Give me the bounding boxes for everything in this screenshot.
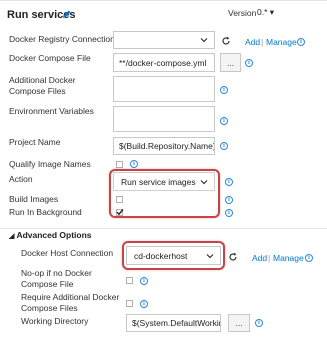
noop-label: No-op if no Docker Compose File <box>21 268 92 289</box>
refresh-icon[interactable] <box>228 252 238 262</box>
info-icon[interactable]: i <box>130 160 138 168</box>
chevron-down-icon <box>200 38 208 43</box>
top-border <box>0 0 327 1</box>
working-dir-input[interactable]: $(System.DefaultWorking <box>126 314 221 332</box>
info-icon[interactable]: i <box>220 117 228 125</box>
build-images-label: Build Images <box>9 194 59 204</box>
chevron-down-icon: ▾ <box>269 7 275 17</box>
build-images-checkbox[interactable] <box>116 196 123 203</box>
run-in-background-label: Run In Background <box>9 207 82 217</box>
pencil-edit-icon[interactable] <box>62 9 72 19</box>
info-icon[interactable]: i <box>140 300 148 308</box>
qualify-image-names-label: Qualify Image Names <box>9 159 91 169</box>
info-icon[interactable]: i <box>255 319 263 327</box>
require-additional-checkbox[interactable] <box>126 300 133 307</box>
info-icon[interactable]: i <box>305 254 313 262</box>
additional-compose-label: Additional Docker Compose Files <box>9 75 76 96</box>
info-icon[interactable]: i <box>245 59 253 67</box>
chevron-down-icon: ◢ <box>9 233 15 240</box>
action-label: Action <box>9 174 33 184</box>
advanced-options-title: Advanced Options <box>16 230 92 240</box>
compose-file-input[interactable]: **/docker-compose.yml <box>113 53 215 72</box>
working-dir-label: Working Directory <box>21 316 89 326</box>
docker-host-label: Docker Host Connection <box>21 248 114 258</box>
chevron-down-icon <box>200 179 208 184</box>
qualify-image-names-checkbox[interactable] <box>116 161 123 168</box>
compose-file-browse-button[interactable]: ... <box>220 53 241 72</box>
manage-link[interactable]: Manage <box>273 253 304 263</box>
checkmark-icon <box>116 209 124 216</box>
env-vars-label: Environment Variables <box>9 106 94 116</box>
run-in-background-checkbox[interactable] <box>116 209 124 216</box>
info-icon[interactable]: i <box>225 178 233 186</box>
add-link[interactable]: Add <box>252 253 267 263</box>
project-name-input[interactable]: $(Build.Repository.Name) <box>113 137 215 155</box>
working-dir-browse-button[interactable]: ... <box>228 314 250 332</box>
docker-host-select[interactable]: cd-dockerhost <box>126 246 221 265</box>
additional-compose-textarea[interactable] <box>113 76 215 102</box>
version-value: 0.* <box>257 7 268 17</box>
version-dropdown[interactable]: 0.* ▾ <box>257 7 274 18</box>
refresh-icon[interactable] <box>221 36 231 46</box>
action-select[interactable]: Run service images <box>113 172 215 191</box>
info-icon[interactable]: i <box>225 209 233 217</box>
manage-link[interactable]: Manage <box>266 37 297 47</box>
info-icon[interactable]: i <box>140 277 148 285</box>
info-icon[interactable]: i <box>297 38 305 46</box>
require-additional-label: Require Additional Docker Compose Files <box>21 292 120 313</box>
link-separator: | <box>261 37 264 47</box>
add-link[interactable]: Add <box>245 37 260 47</box>
registry-connection-select[interactable] <box>113 31 215 49</box>
env-vars-textarea[interactable] <box>113 106 215 132</box>
advanced-divider <box>0 228 327 229</box>
noop-checkbox[interactable] <box>126 277 133 284</box>
project-name-label: Project Name <box>9 137 61 147</box>
info-icon[interactable]: i <box>225 196 233 204</box>
advanced-options-toggle[interactable]: ◢ Advanced Options <box>9 230 92 240</box>
link-separator: | <box>268 253 271 263</box>
info-icon[interactable]: i <box>220 142 228 150</box>
version-label: Version <box>228 8 257 18</box>
chevron-down-icon <box>206 253 214 258</box>
registry-connection-label: Docker Registry Connection <box>9 34 115 44</box>
compose-file-label: Docker Compose File <box>9 53 91 63</box>
info-icon[interactable]: i <box>220 86 228 94</box>
